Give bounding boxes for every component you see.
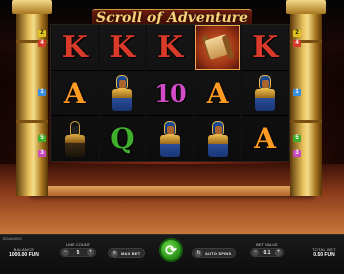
payline-marker[interactable]: 4 (293, 40, 301, 47)
payline-marker[interactable]: 5 (38, 135, 46, 142)
payline-marker[interactable]: 2 (38, 30, 46, 37)
symbol-k: K (252, 29, 279, 65)
spin-button[interactable]: ⟳ (159, 238, 183, 262)
spin-arrows-icon: ⟳ (165, 241, 177, 258)
reel-base (30, 186, 314, 196)
symbol-q: Q (110, 122, 135, 156)
reel-cell: K (147, 25, 193, 71)
auto-spins-button[interactable]: ↻ AUTO SPINS (192, 248, 237, 258)
reel-cell (99, 71, 146, 117)
line-count-decrease-button[interactable]: − (62, 249, 69, 256)
max-bet-label: MAX BET (121, 250, 141, 256)
symbol-a: A (254, 122, 277, 156)
symbol-a: A (206, 76, 229, 110)
payline-marker[interactable]: 3 (293, 150, 301, 157)
reel-cell: 10 (147, 71, 193, 117)
reel-cell: K (242, 25, 288, 71)
payline-marker[interactable]: 5 (293, 135, 301, 142)
payline-marker[interactable]: 1 (293, 89, 301, 96)
pharaoh-queen-symbol-icon (111, 75, 133, 111)
payline-marker[interactable]: 3 (38, 150, 46, 157)
payline-marker[interactable]: 4 (38, 40, 46, 47)
reel-cell: A (52, 71, 98, 117)
payline-marker[interactable]: 2 (293, 30, 301, 37)
symbol-k: K (109, 29, 136, 65)
reel-cell (242, 71, 288, 117)
scroll-symbol-icon (201, 34, 235, 61)
line-count-increase-button[interactable]: + (87, 249, 94, 256)
reel-cell: K (52, 25, 98, 71)
balance-value: 1000.00 FUN (9, 252, 39, 258)
symbol-10: 10 (154, 78, 186, 108)
max-bet-button[interactable]: ≡ MAX BET (108, 248, 146, 258)
pharaoh-queen-symbol-icon (254, 75, 276, 111)
reel-cell-scroll (194, 25, 241, 71)
auto-spin-icon: ↻ (195, 249, 202, 257)
reel-cell (147, 116, 193, 161)
bet-value-decrease-button[interactable]: − (252, 249, 259, 256)
provider-logo: BGAMING (3, 236, 22, 241)
line-count-label: LINE COUNT (65, 242, 91, 247)
bet-value-label: BET VALUE (256, 242, 278, 247)
bet-value-increase-button[interactable]: + (274, 249, 282, 256)
reel-cell (195, 116, 241, 161)
reel-4: A (194, 25, 241, 161)
bet-value: 0.1 (263, 249, 271, 256)
game-stage: Scroll of Adventure K A K Q K 10 A K A 2… (0, 0, 344, 274)
reel-cell: A (194, 71, 241, 117)
auto-spins-label: AUTO SPINS (205, 250, 232, 256)
symbol-k: K (61, 29, 88, 65)
symbol-k: K (156, 29, 184, 65)
reel-cell: K (99, 25, 146, 71)
symbol-a: A (63, 76, 86, 110)
total-bet-value: 0.50 FUN (313, 252, 335, 258)
reel-cell: Q (100, 116, 146, 161)
pharaoh-queen-symbol-icon (207, 120, 229, 157)
reel-cell (52, 115, 98, 161)
anubis-symbol-icon (64, 115, 86, 157)
reel-2: K Q (99, 25, 146, 161)
reel-grid: K A K Q K 10 A K A (50, 24, 290, 162)
line-count-value: 5 (76, 249, 80, 256)
total-bet-display: TOTAL BET 0.50 FUN (306, 247, 342, 258)
pharaoh-queen-symbol-icon (159, 120, 181, 157)
payline-marker[interactable]: 1 (38, 89, 46, 96)
reel-3: K 10 (147, 25, 193, 161)
coin-stack-icon: ≡ (111, 249, 118, 257)
reel-5: K A (242, 25, 288, 161)
balance-display: BALANCE 1000.00 FUN (4, 247, 44, 258)
bet-value-stepper: − 0.1 + (250, 248, 284, 257)
line-count-stepper: − 5 + (60, 248, 96, 257)
reel-cell: A (242, 116, 288, 161)
reel-1: K A (52, 25, 98, 161)
